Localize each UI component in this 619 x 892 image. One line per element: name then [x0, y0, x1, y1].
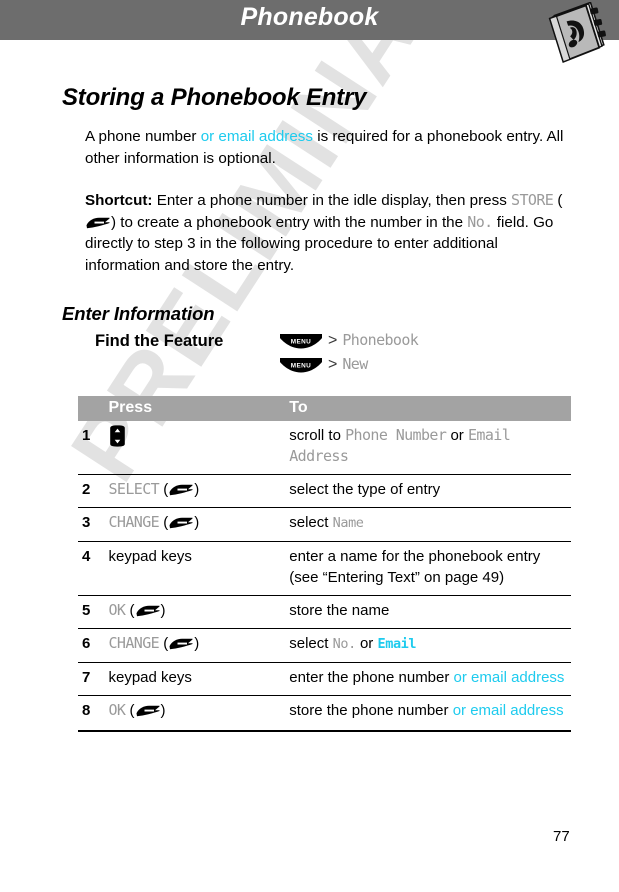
table-row-press-cell: keypad keys: [102, 662, 284, 696]
table-row-to-cell: store the phone number or email address: [283, 695, 571, 728]
shortcut-paragraph: Shortcut: Enter a phone number in the id…: [85, 190, 573, 276]
menu-key-icon: MENU: [280, 334, 322, 349]
header-title: Phonebook: [240, 3, 379, 31]
table-row-step-number: 5: [78, 595, 103, 629]
softkey-arrow-icon: [168, 481, 194, 496]
svg-text:MENU: MENU: [291, 339, 311, 346]
to-text: or: [355, 635, 378, 652]
to-text: store the phone number: [289, 702, 453, 719]
table-row-press-cell: SELECT (): [102, 474, 284, 508]
table-header-row: Press To: [78, 396, 571, 421]
find-feature-step: MENU > New: [280, 354, 418, 378]
table-row: 6 CHANGE () select No. or Email: [78, 628, 571, 663]
press-text: keypad keys: [108, 548, 192, 565]
softkey-label: OK: [108, 601, 126, 619]
shortcut-text-b: ) to create a phonebook entry with the n…: [111, 213, 468, 231]
softkey-label: CHANGE: [108, 513, 160, 531]
table-row: 4 keypad keys enter a name for the phonebo…: [78, 541, 571, 596]
softkey-arrow-icon: [135, 702, 161, 717]
table-row: 5 OK () store the name: [78, 595, 571, 629]
page-content: Storing a Phonebook Entry A phone number…: [0, 0, 619, 892]
table-row-to-cell: store the name: [283, 595, 571, 629]
table-row-press-cell: OK (): [102, 695, 284, 728]
table-row: 1 scroll to Phone Number or Email Address: [78, 421, 571, 475]
table-row-step-number: 1: [82, 427, 91, 444]
store-softkey-label: STORE: [511, 191, 554, 210]
to-text: enter the phone number: [289, 669, 454, 686]
subsection-title: Enter Information: [62, 303, 215, 325]
to-text-highlight: or email address: [452, 702, 564, 719]
to-text: select: [289, 635, 333, 652]
table-row-press-cell: [103, 421, 284, 475]
no-field-label: No.: [467, 212, 493, 231]
table-header-to: To: [283, 396, 571, 421]
to-display-text: Phone Number: [345, 426, 447, 444]
intro-paragraph: A phone number or email address is requi…: [85, 126, 573, 169]
to-display-text: No.: [332, 636, 357, 652]
table-row-press-cell: CHANGE (): [102, 507, 284, 542]
table-row: 7 keypad keys enter the phone number or em…: [78, 662, 571, 696]
softkey-arrow-icon: [168, 514, 194, 529]
table-header-number: [78, 396, 103, 421]
intro-text-a: A phone number: [85, 128, 201, 146]
table-row-to-cell: enter a name for the phonebook entry (se…: [283, 541, 571, 596]
table-bottom-rule: [78, 730, 571, 732]
find-feature-target-phonebook: Phonebook: [342, 331, 419, 349]
find-feature-separator: >: [328, 332, 338, 349]
find-the-feature-label: Find the Feature: [95, 332, 224, 350]
table-row-step-number: 4: [78, 541, 103, 596]
table-row: 3 CHANGE () select Name: [78, 507, 571, 542]
table-row-step-number: 8: [78, 695, 103, 728]
table-row-press-cell: OK (): [102, 595, 284, 629]
softkey-label: OK: [108, 701, 126, 719]
to-display-text-highlight: Email: [377, 636, 417, 652]
to-display-text: Name: [332, 515, 364, 531]
table-row: 8 OK () store the phone number or email ad…: [78, 695, 571, 728]
to-text: select the type of entry: [289, 481, 441, 498]
to-text: or: [446, 427, 468, 444]
procedure-table-body: 1 scroll to Phone Number or Email Address…: [78, 421, 571, 728]
find-feature-target-new: New: [342, 355, 368, 373]
table-row-step-number: 3: [78, 507, 103, 542]
shortcut-text-a: Enter a phone number in the idle display…: [152, 192, 512, 210]
to-text: select: [289, 514, 333, 531]
to-text: enter a name for the phonebook entry (se…: [289, 548, 541, 586]
softkey-arrow-icon: [85, 214, 111, 228]
table-row-step-number: 2: [78, 474, 103, 508]
softkey-label: SELECT: [108, 480, 160, 498]
page-number: 77: [553, 828, 570, 845]
table-row-step-number: 7: [78, 662, 103, 696]
find-the-feature-steps: MENU > Phonebook MENU > New: [280, 330, 419, 378]
table-row-press-cell: CHANGE (): [102, 628, 284, 663]
softkey-arrow-icon: [135, 602, 161, 617]
page-title: Storing a Phonebook Entry: [62, 84, 367, 112]
svg-text:MENU: MENU: [291, 363, 311, 370]
table-row-to-cell: select No. or Email: [283, 628, 571, 663]
shortcut-label: Shortcut:: [85, 192, 153, 210]
page-header-bar: Phonebook: [0, 0, 619, 40]
to-text: store the name: [289, 602, 390, 619]
table-row-to-cell: scroll to Phone Number or Email Address: [283, 421, 571, 475]
press-text: keypad keys: [108, 669, 192, 686]
to-text: scroll to: [289, 427, 346, 444]
to-text-highlight: or email address: [453, 669, 565, 686]
shortcut-paren-open: (: [553, 192, 563, 210]
find-feature-separator: >: [328, 356, 338, 373]
table-row-press-cell: keypad keys: [102, 541, 284, 596]
table-row: 2 SELECT () select the type of entry: [78, 474, 571, 508]
table-header-press: Press: [102, 396, 284, 421]
softkey-arrow-icon: [168, 635, 194, 650]
table-row-to-cell: select the type of entry: [283, 474, 571, 508]
find-feature-step: MENU > Phonebook: [280, 330, 419, 354]
procedure-table: Press To 1 scroll to Phone Number or Emai…: [78, 396, 571, 728]
intro-text-email-link: or email address: [200, 128, 313, 146]
menu-key-icon: MENU: [280, 358, 322, 373]
softkey-label: CHANGE: [108, 634, 160, 652]
table-row-to-cell: enter the phone number or email address: [283, 662, 571, 696]
scroll-key-icon: [109, 425, 126, 447]
table-row-step-number: 6: [78, 628, 103, 663]
table-row-to-cell: select Name: [283, 507, 571, 542]
phonebook-icon: [538, 1, 612, 64]
